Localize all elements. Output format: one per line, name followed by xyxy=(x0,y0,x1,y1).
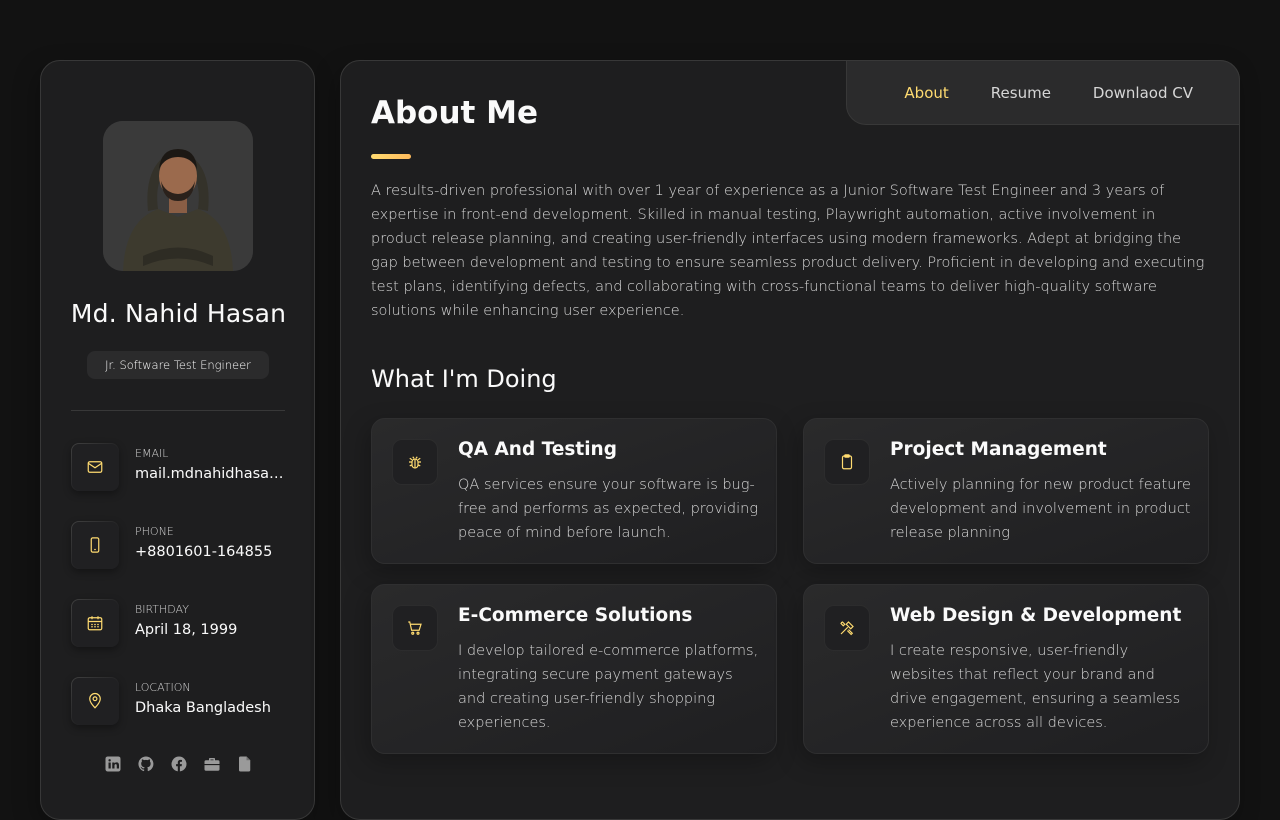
section-title: What I'm Doing xyxy=(371,365,557,393)
profile-name: Md. Nahid Hasan xyxy=(70,299,287,328)
contact-label: EMAIL xyxy=(135,447,169,460)
service-card-project-management: Project Management Actively planning for… xyxy=(803,418,1209,564)
service-title: QA And Testing xyxy=(458,439,617,460)
title-underline xyxy=(371,154,411,159)
service-card-ecommerce: E-Commerce Solutions I develop tailored … xyxy=(371,584,777,754)
nav-resume[interactable]: Resume xyxy=(991,84,1051,102)
contact-birthday: BIRTHDAY April 18, 1999 xyxy=(71,599,301,647)
service-title: E-Commerce Solutions xyxy=(458,605,693,626)
service-text: I create responsive, user-friendly websi… xyxy=(890,643,1181,731)
location-value: Dhaka Bangladesh xyxy=(135,700,271,716)
cart-icon xyxy=(392,605,438,651)
github-icon[interactable] xyxy=(137,755,155,773)
service-card-qa: QA And Testing QA services ensure your s… xyxy=(371,418,777,564)
page-title: About Me xyxy=(371,95,539,131)
calendar-icon xyxy=(71,599,119,647)
sidebar: Md. Nahid Hasan Jr. Software Test Engine… xyxy=(40,60,315,820)
contact-phone: PHONE +8801601-164855 xyxy=(71,521,301,569)
linkedin-icon[interactable] xyxy=(104,755,122,773)
job-title-badge: Jr. Software Test Engineer xyxy=(87,351,269,379)
birthday-value: April 18, 1999 xyxy=(135,622,238,638)
clipboard-icon xyxy=(824,439,870,485)
contact-location: LOCATION Dhaka Bangladesh xyxy=(71,677,301,725)
location-pin-icon xyxy=(71,677,119,725)
email-link[interactable]: mail.mdnahidhasan… xyxy=(135,466,285,482)
phone-link[interactable]: +8801601-164855 xyxy=(135,544,285,560)
contact-label: LOCATION xyxy=(135,681,191,694)
service-text: QA services ensure your software is bug-… xyxy=(458,477,759,541)
briefcase-icon[interactable] xyxy=(203,755,221,773)
service-title: Web Design & Development xyxy=(890,605,1182,626)
main-panel: About Resume Downlaod CV About Me A resu… xyxy=(340,60,1240,820)
tools-icon xyxy=(824,605,870,651)
service-text: I develop tailored e-commerce platforms,… xyxy=(458,643,759,731)
contact-label: PHONE xyxy=(135,525,174,538)
service-title: Project Management xyxy=(890,439,1107,460)
avatar xyxy=(103,121,253,271)
document-icon[interactable] xyxy=(236,755,254,773)
service-card-web-design: Web Design & Development I create respon… xyxy=(803,584,1209,754)
service-text: Actively planning for new product featur… xyxy=(890,477,1191,541)
sidebar-separator xyxy=(71,410,285,411)
nav-about[interactable]: About xyxy=(904,84,948,102)
social-links xyxy=(41,755,316,773)
contact-email: EMAIL mail.mdnahidhasan… xyxy=(71,443,301,491)
phone-icon xyxy=(71,521,119,569)
navbar: About Resume Downlaod CV xyxy=(846,60,1240,125)
mail-icon xyxy=(71,443,119,491)
facebook-icon[interactable] xyxy=(170,755,188,773)
contact-label: BIRTHDAY xyxy=(135,603,189,616)
about-text: A results-driven professional with over … xyxy=(371,183,1205,319)
nav-download-cv[interactable]: Downlaod CV xyxy=(1093,84,1193,102)
bug-icon xyxy=(392,439,438,485)
